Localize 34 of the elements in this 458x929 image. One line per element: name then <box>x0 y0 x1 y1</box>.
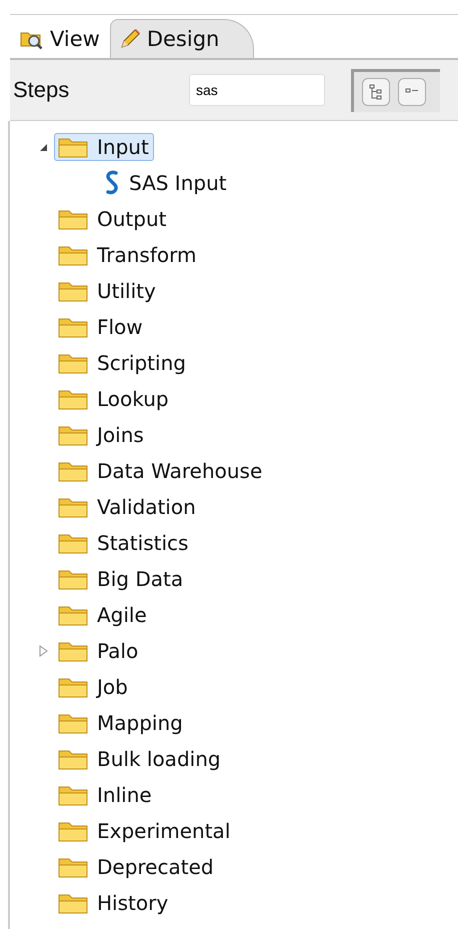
tree-item[interactable]: Input <box>54 133 154 161</box>
tree-item[interactable]: Palo <box>54 637 144 665</box>
collapse-all-button[interactable] <box>398 78 426 106</box>
tree-item[interactable]: Joins <box>54 421 149 449</box>
tab[interactable]: View <box>12 20 110 58</box>
tree-item[interactable]: Flow <box>54 313 148 341</box>
tree-item[interactable]: Data Warehouse <box>54 457 268 485</box>
search-field[interactable]: sas <box>189 74 325 106</box>
tree-item[interactable]: Output <box>54 205 172 233</box>
tree-item[interactable]: Job <box>54 673 133 701</box>
tree-item[interactable]: Agile <box>54 601 152 629</box>
tree-item[interactable]: Big Data <box>54 565 188 593</box>
pencil-icon <box>118 28 141 50</box>
tree-item[interactable]: Transform <box>54 241 202 269</box>
collapse-icon <box>405 88 419 96</box>
tree-item[interactable]: Lookup <box>54 385 174 413</box>
tree-item[interactable]: Mapping <box>54 709 188 737</box>
collapsed-arrow-icon[interactable] <box>38 645 48 657</box>
tree-item[interactable]: Validation <box>54 493 201 521</box>
expand-all-button[interactable] <box>362 78 390 106</box>
tree-item[interactable]: SAS Input <box>100 168 232 198</box>
tab[interactable]: Design <box>110 19 254 58</box>
tree-item[interactable]: Bulk loading <box>54 745 226 773</box>
steps-label: Steps <box>13 77 70 103</box>
tree-item[interactable]: Utility <box>54 277 161 305</box>
s-logo-icon <box>103 170 121 196</box>
tree-item[interactable]: Inline <box>54 781 157 809</box>
tree-item[interactable]: Deprecated <box>54 853 219 881</box>
tree-item[interactable]: History <box>54 889 174 917</box>
tree-item[interactable]: Statistics <box>54 529 194 557</box>
expanded-arrow-icon[interactable] <box>38 142 48 152</box>
tree-item[interactable]: Experimental <box>54 817 236 845</box>
tree-icon <box>369 84 383 100</box>
tree-item[interactable]: Scripting <box>54 349 191 377</box>
